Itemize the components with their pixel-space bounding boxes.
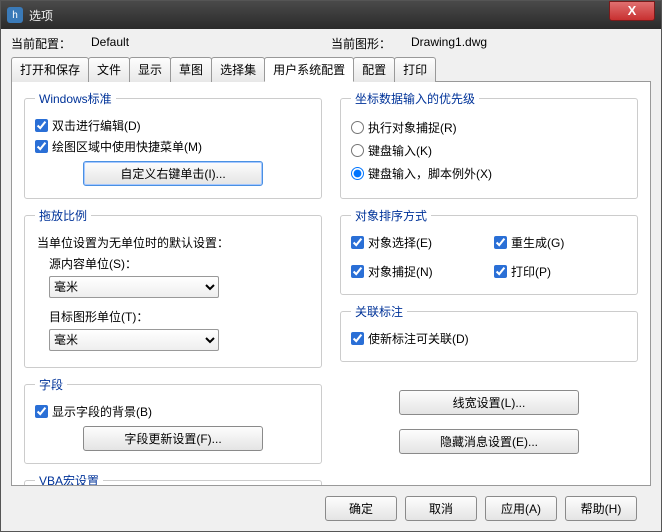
- chk-obj-snap[interactable]: 对象捕捉(N): [351, 263, 484, 280]
- chk-dblclick-edit-box[interactable]: [35, 119, 48, 132]
- scale-note: 当单位设置为无单位时的默认设置：: [37, 234, 311, 251]
- rad-keyboard[interactable]: 键盘输入(K): [351, 142, 627, 159]
- group-fields: 字段 显示字段的背景(B) 字段更新设置(F)...: [24, 376, 322, 464]
- group-scale: 拖放比例 当单位设置为无单位时的默认设置： 源内容单位(S)： 毫米 目标图形单…: [24, 207, 322, 368]
- legend-priority: 坐标数据输入的优先级: [351, 90, 479, 107]
- close-button[interactable]: X: [609, 1, 655, 21]
- tab-2[interactable]: 显示: [129, 57, 171, 82]
- tab-0[interactable]: 打开和保存: [11, 57, 89, 82]
- tab-7[interactable]: 打印: [394, 57, 436, 82]
- legend-fields: 字段: [35, 376, 67, 393]
- chk-assoc-dim-box[interactable]: [351, 332, 364, 345]
- lineweight-button[interactable]: 线宽设置(L)...: [399, 390, 579, 415]
- chk-regen-box[interactable]: [494, 236, 507, 249]
- legend-vba: VBA宏设置: [35, 472, 103, 486]
- group-sort: 对象排序方式 对象选择(E) 重生成(G) 对象捕捉(N) 打印(P): [340, 207, 638, 295]
- cancel-button[interactable]: 取消: [405, 496, 477, 521]
- chk-obj-select[interactable]: 对象选择(E): [351, 234, 484, 251]
- field-update-button[interactable]: 字段更新设置(F)...: [83, 426, 263, 451]
- chk-shortcut-menu[interactable]: 绘图区域中使用快捷菜单(M): [35, 138, 311, 155]
- rad-osnap-box[interactable]: [351, 121, 364, 134]
- chk-shortcut-menu-box[interactable]: [35, 140, 48, 153]
- titlebar: h 选项 X: [1, 1, 661, 29]
- profile-label: 当前配置：: [11, 35, 91, 52]
- drawing-label: 当前图形：: [331, 35, 411, 52]
- rad-keyboard-box[interactable]: [351, 144, 364, 157]
- group-windows: Windows标准 双击进行编辑(D) 绘图区域中使用快捷菜单(M) 自定义右键…: [24, 90, 322, 199]
- chk-dblclick-edit[interactable]: 双击进行编辑(D): [35, 117, 311, 134]
- group-priority: 坐标数据输入的优先级 执行对象捕捉(R) 键盘输入(K) 键盘输入，脚本例外(X…: [340, 90, 638, 199]
- ok-button[interactable]: 确定: [325, 496, 397, 521]
- drawing-value: Drawing1.dwg: [411, 35, 611, 52]
- chk-obj-select-box[interactable]: [351, 236, 364, 249]
- group-annot: 关联标注 使新标注可关联(D): [340, 303, 638, 362]
- custom-rightclick-button[interactable]: 自定义右键单击(I)...: [83, 161, 263, 186]
- chk-field-bg-box[interactable]: [35, 405, 48, 418]
- footer: 确定 取消 应用(A) 帮助(H): [11, 486, 651, 531]
- tab-5[interactable]: 用户系统配置: [264, 57, 354, 82]
- tab-1[interactable]: 文件: [88, 57, 130, 82]
- legend-scale: 拖放比例: [35, 207, 91, 224]
- tab-3[interactable]: 草图: [170, 57, 212, 82]
- help-button[interactable]: 帮助(H): [565, 496, 637, 521]
- legend-windows: Windows标准: [35, 90, 116, 107]
- rad-osnap[interactable]: 执行对象捕捉(R): [351, 119, 627, 136]
- chk-assoc-dim[interactable]: 使新标注可关联(D): [351, 330, 627, 347]
- rad-keyboard-except-box[interactable]: [351, 167, 364, 180]
- chk-plot[interactable]: 打印(P): [494, 263, 627, 280]
- hide-msg-button[interactable]: 隐藏消息设置(E)...: [399, 429, 579, 454]
- tab-6[interactable]: 配置: [353, 57, 395, 82]
- app-icon: h: [7, 7, 23, 23]
- chk-regen[interactable]: 重生成(G): [494, 234, 627, 251]
- tgt-unit-label: 目标图形单位(T)：: [49, 308, 311, 325]
- rad-keyboard-except[interactable]: 键盘输入，脚本例外(X): [351, 165, 627, 182]
- apply-button[interactable]: 应用(A): [485, 496, 557, 521]
- legend-sort: 对象排序方式: [351, 207, 431, 224]
- chk-plot-box[interactable]: [494, 265, 507, 278]
- window-title: 选项: [29, 7, 661, 24]
- group-vba: VBA宏设置 启用宏病毒防护(V): [24, 472, 322, 486]
- tab-bar: 打开和保存文件显示草图选择集用户系统配置配置打印: [11, 56, 651, 82]
- tgt-unit-select[interactable]: 毫米: [49, 329, 219, 351]
- src-unit-select[interactable]: 毫米: [49, 276, 219, 298]
- tab-4[interactable]: 选择集: [211, 57, 265, 82]
- legend-annot: 关联标注: [351, 303, 407, 320]
- profile-value: Default: [91, 35, 291, 52]
- chk-field-bg[interactable]: 显示字段的背景(B): [35, 403, 311, 420]
- chk-obj-snap-box[interactable]: [351, 265, 364, 278]
- src-unit-label: 源内容单位(S)：: [49, 255, 311, 272]
